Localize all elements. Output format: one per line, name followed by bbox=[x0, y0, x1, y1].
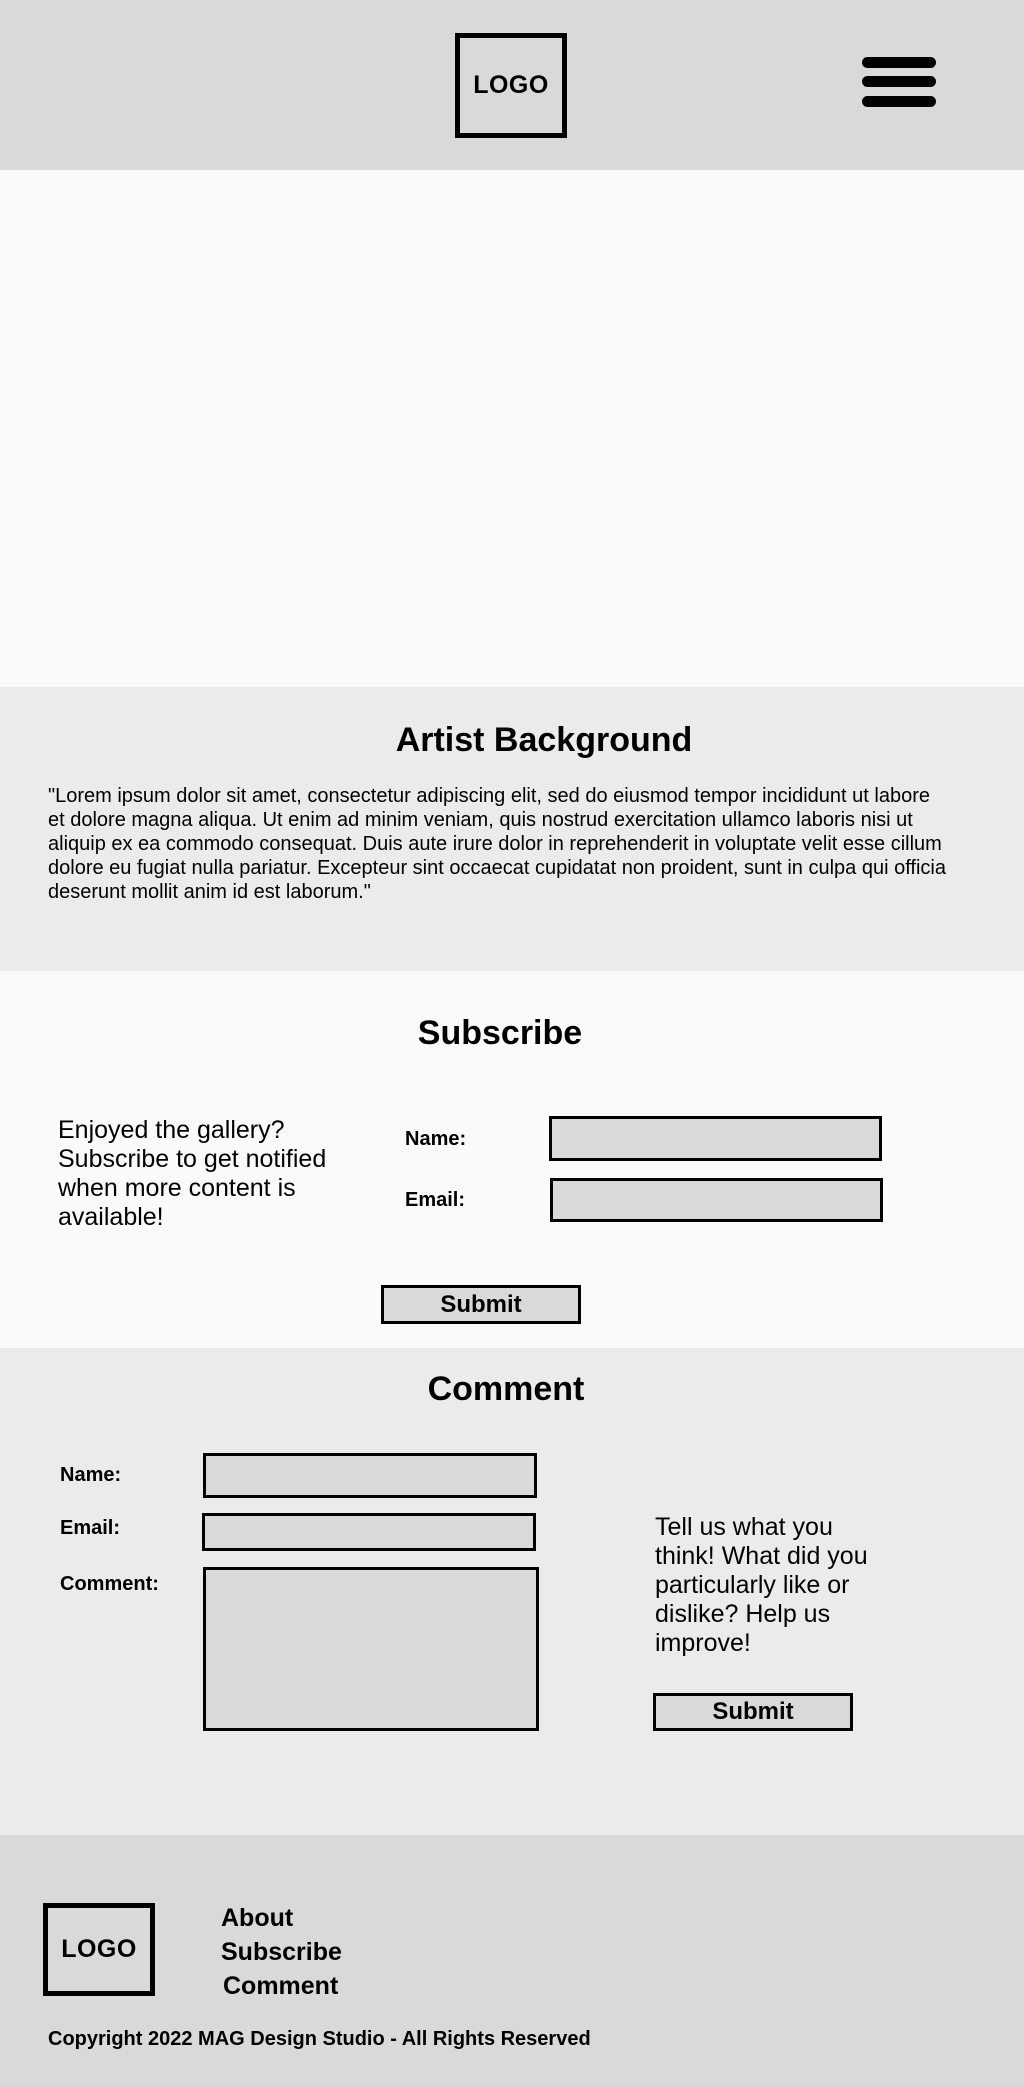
comment-name-label: Name: bbox=[60, 1464, 122, 1486]
subscribe-submit-button[interactable]: Submit bbox=[381, 1285, 581, 1324]
artist-background-section: Artist Background "Lorem ipsum dolor sit… bbox=[0, 687, 1024, 971]
header-logo[interactable]: LOGO bbox=[455, 33, 567, 138]
subscribe-email-label: Email: bbox=[405, 1189, 466, 1211]
footer-link-about[interactable]: About bbox=[221, 1901, 342, 1935]
comment-section: Comment Name: Email: Comment: Tell us wh… bbox=[0, 1348, 1024, 1835]
footer-logo[interactable]: LOGO bbox=[43, 1903, 155, 1996]
artist-background-text: "Lorem ipsum dolor sit amet, consectetur… bbox=[48, 785, 946, 903]
hamburger-menu-icon[interactable] bbox=[862, 56, 936, 108]
comment-submit-label: Submit bbox=[712, 1698, 794, 1725]
hero-image-area bbox=[0, 170, 1024, 687]
comment-title: Comment bbox=[427, 1370, 585, 1408]
footer-link-subscribe[interactable]: Subscribe bbox=[221, 1935, 342, 1969]
menu-bar bbox=[862, 76, 936, 87]
artist-background-title: Artist Background bbox=[395, 721, 693, 759]
comment-email-input[interactable] bbox=[202, 1513, 536, 1551]
footer-nav: About Subscribe Comment bbox=[221, 1901, 342, 2003]
site-header: LOGO bbox=[0, 0, 1024, 170]
comment-submit-button[interactable]: Submit bbox=[653, 1693, 853, 1731]
comment-comment-label: Comment: bbox=[60, 1573, 159, 1595]
subscribe-blurb: Enjoyed the gallery? Subscribe to get no… bbox=[58, 1116, 327, 1231]
header-logo-text: LOGO bbox=[473, 71, 549, 99]
comment-blurb: Tell us what you think! What did you par… bbox=[655, 1513, 868, 1657]
subscribe-email-input[interactable] bbox=[550, 1178, 883, 1222]
subscribe-name-label: Name: bbox=[405, 1128, 467, 1150]
site-footer: LOGO About Subscribe Comment Copyright 2… bbox=[0, 1835, 1024, 2087]
comment-name-input[interactable] bbox=[203, 1453, 537, 1498]
footer-link-comment[interactable]: Comment bbox=[221, 1969, 342, 2003]
subscribe-title: Subscribe bbox=[417, 1014, 583, 1052]
subscribe-section: Subscribe Enjoyed the gallery? Subscribe… bbox=[0, 971, 1024, 1348]
menu-bar bbox=[862, 57, 936, 68]
footer-logo-text: LOGO bbox=[61, 1935, 137, 1963]
menu-bar bbox=[862, 96, 936, 107]
comment-email-label: Email: bbox=[60, 1517, 121, 1539]
comment-textarea[interactable] bbox=[203, 1567, 539, 1731]
copyright-text: Copyright 2022 MAG Design Studio - All R… bbox=[48, 2028, 591, 2050]
subscribe-name-input[interactable] bbox=[549, 1116, 882, 1161]
subscribe-submit-label: Submit bbox=[440, 1290, 522, 1318]
